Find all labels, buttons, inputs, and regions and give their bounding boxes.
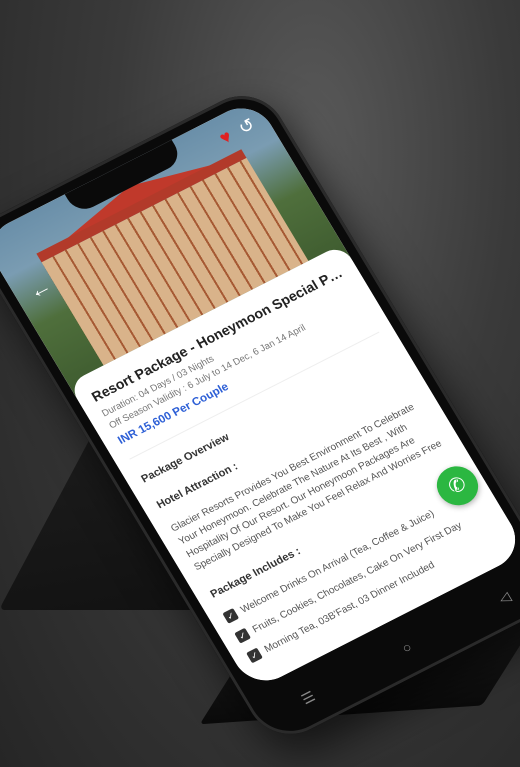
heart-icon[interactable]: ♥ — [216, 126, 236, 149]
home-icon[interactable]: ○ — [399, 639, 415, 657]
back-icon[interactable]: ◁ — [495, 588, 513, 608]
menu-icon[interactable]: ☰ — [298, 688, 318, 708]
smartphone: ← ♥ ↺ Resort Package - Honeymoon Special… — [0, 81, 520, 749]
share-icon[interactable]: ↺ — [235, 114, 259, 139]
checkbox-icon: ✓ — [234, 627, 252, 644]
checkbox-icon: ✓ — [246, 647, 263, 664]
checkbox-icon: ✓ — [222, 608, 240, 624]
